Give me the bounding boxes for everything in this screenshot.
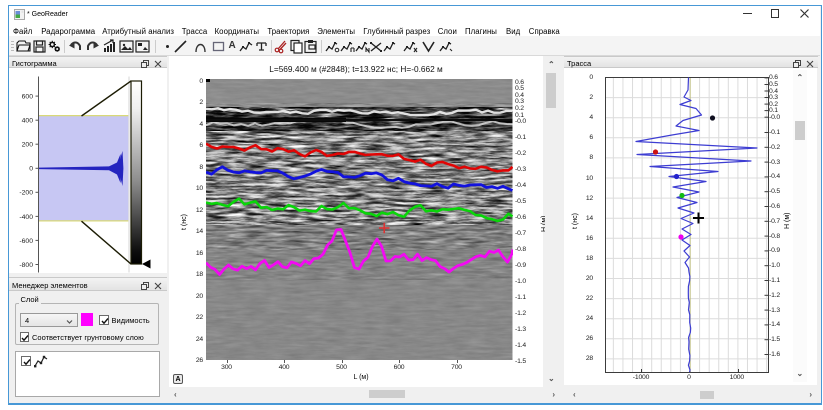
- svg-text:200: 200: [22, 142, 34, 149]
- svg-text:400: 400: [22, 118, 34, 125]
- svg-text:-200: -200: [19, 190, 33, 197]
- svg-text:0: 0: [29, 166, 33, 173]
- svg-text:600: 600: [22, 94, 34, 101]
- svg-text:-800: -800: [19, 262, 33, 269]
- svg-text:-600: -600: [19, 238, 33, 245]
- svg-text:-400: -400: [19, 214, 33, 221]
